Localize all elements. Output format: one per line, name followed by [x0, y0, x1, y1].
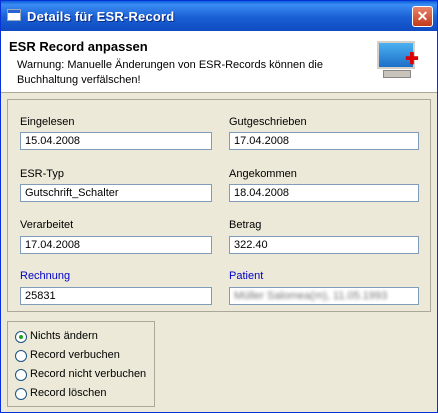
- patient-value: Müller Salomea(m), 11.05.1993: [234, 290, 388, 302]
- record-fields-group: Eingelesen 15.04.2008 Gutgeschrieben 17.…: [7, 99, 431, 312]
- radio-label: Record verbuchen: [30, 349, 120, 361]
- angekommen-field[interactable]: 18.04.2008: [229, 184, 419, 202]
- radio-button[interactable]: [15, 388, 27, 400]
- radio-button[interactable]: [15, 350, 27, 362]
- warning-text: Warnung: Manuelle Änderungen von ESR-Rec…: [17, 59, 323, 86]
- gutgeschrieben-field[interactable]: 17.04.2008: [229, 132, 419, 150]
- window-title: Details für ESR-Record: [27, 9, 175, 24]
- esr-details-dialog: Details für ESR-Record ✕ ESR Record anpa…: [0, 0, 438, 413]
- betrag-label: Betrag: [229, 219, 262, 231]
- action-radio-group: Nichts ändern Record verbuchen Record ni…: [7, 321, 155, 407]
- radio-label: Record nicht verbuchen: [30, 368, 147, 380]
- radio-button[interactable]: [15, 369, 27, 381]
- rechnung-field[interactable]: 25831: [20, 287, 212, 305]
- monitor-plus-icon: ✚: [375, 39, 419, 83]
- gutgeschrieben-label: Gutgeschrieben: [229, 116, 307, 128]
- patient-field[interactable]: Müller Salomea(m), 11.05.1993: [229, 287, 419, 305]
- esr-typ-field[interactable]: Gutschrift_Schalter: [20, 184, 212, 202]
- title-bar[interactable]: Details für ESR-Record ✕: [1, 1, 437, 31]
- esr-typ-label: ESR-Typ: [20, 168, 65, 180]
- close-button[interactable]: ✕: [412, 6, 433, 27]
- window-icon: [7, 9, 21, 21]
- header-title: ESR Record anpassen: [9, 39, 148, 54]
- verarbeitet-label: Verarbeitet: [20, 219, 74, 231]
- verarbeitet-field[interactable]: 17.04.2008: [20, 236, 212, 254]
- eingelesen-label: Eingelesen: [20, 116, 75, 128]
- angekommen-label: Angekommen: [229, 168, 297, 180]
- rechnung-link[interactable]: Rechnung: [20, 270, 70, 282]
- radio-label: Record löschen: [30, 387, 107, 399]
- eingelesen-field[interactable]: 15.04.2008: [20, 132, 212, 150]
- radio-label: Nichts ändern: [30, 330, 98, 342]
- patient-link[interactable]: Patient: [229, 270, 263, 282]
- radio-button[interactable]: [15, 331, 27, 343]
- dialog-header: ESR Record anpassen Warnung: Manuelle Än…: [1, 31, 437, 93]
- betrag-field[interactable]: 322.40: [229, 236, 419, 254]
